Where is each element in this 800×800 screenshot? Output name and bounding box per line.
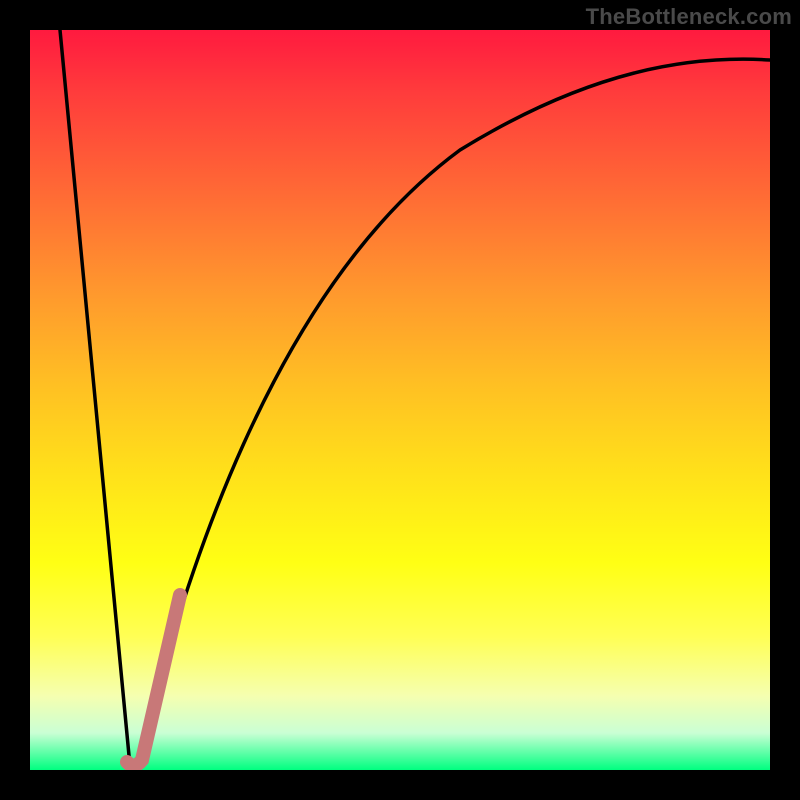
highlight-segment bbox=[127, 595, 180, 766]
plot-area bbox=[30, 30, 770, 770]
chart-frame: TheBottleneck.com bbox=[0, 0, 800, 800]
curve-layer bbox=[30, 30, 770, 770]
watermark-text: TheBottleneck.com bbox=[586, 4, 792, 30]
